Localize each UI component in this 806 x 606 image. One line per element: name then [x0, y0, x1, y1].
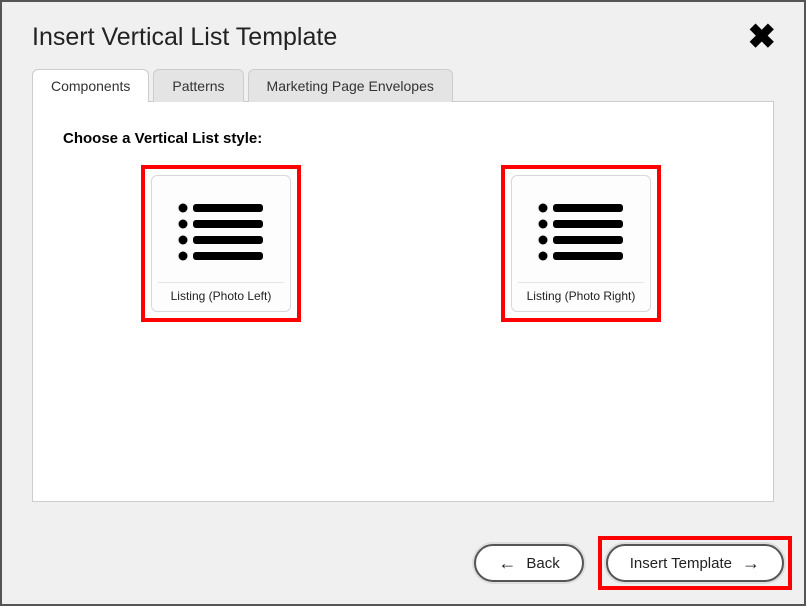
components-panel: Choose a Vertical List style: — [32, 101, 774, 502]
dialog-frame: Insert Vertical List Template ✖ Componen… — [0, 0, 806, 606]
insert-button-label: Insert Template — [630, 555, 732, 572]
tab-label: Components — [51, 78, 130, 94]
style-options-row: Listing (Photo Left) — [63, 165, 743, 322]
tab-patterns[interactable]: Patterns — [153, 69, 243, 102]
panel-wrap: Choose a Vertical List style: — [2, 101, 804, 522]
choose-style-label: Choose a Vertical List style: — [63, 130, 743, 147]
back-button[interactable]: ← Back — [474, 544, 583, 582]
insert-highlight: Insert Template → — [598, 536, 792, 590]
tab-marketing-envelopes[interactable]: Marketing Page Envelopes — [248, 69, 453, 102]
close-icon[interactable]: ✖ — [742, 20, 783, 54]
back-button-label: Back — [526, 555, 559, 572]
arrow-left-icon: ← — [498, 554, 516, 572]
dialog-header: Insert Vertical List Template ✖ — [2, 2, 804, 64]
tab-label: Patterns — [172, 78, 224, 94]
list-icon — [175, 198, 267, 264]
option-label: Listing (Photo Left) — [158, 282, 284, 303]
tab-components[interactable]: Components — [32, 69, 149, 102]
arrow-right-icon: → — [742, 554, 760, 572]
option-label: Listing (Photo Right) — [518, 282, 644, 303]
option-listing-photo-left[interactable]: Listing (Photo Left) — [141, 165, 301, 322]
insert-template-button[interactable]: Insert Template → — [606, 544, 784, 582]
tab-label: Marketing Page Envelopes — [267, 78, 434, 94]
dialog-footer: ← Back Insert Template → — [2, 522, 804, 604]
tab-strip: Components Patterns Marketing Page Envel… — [2, 68, 804, 101]
option-inner: Listing (Photo Left) — [151, 175, 291, 312]
option-inner: Listing (Photo Right) — [511, 175, 651, 312]
list-icon — [535, 198, 627, 264]
option-listing-photo-right[interactable]: Listing (Photo Right) — [501, 165, 661, 322]
dialog-title: Insert Vertical List Template — [32, 23, 337, 52]
